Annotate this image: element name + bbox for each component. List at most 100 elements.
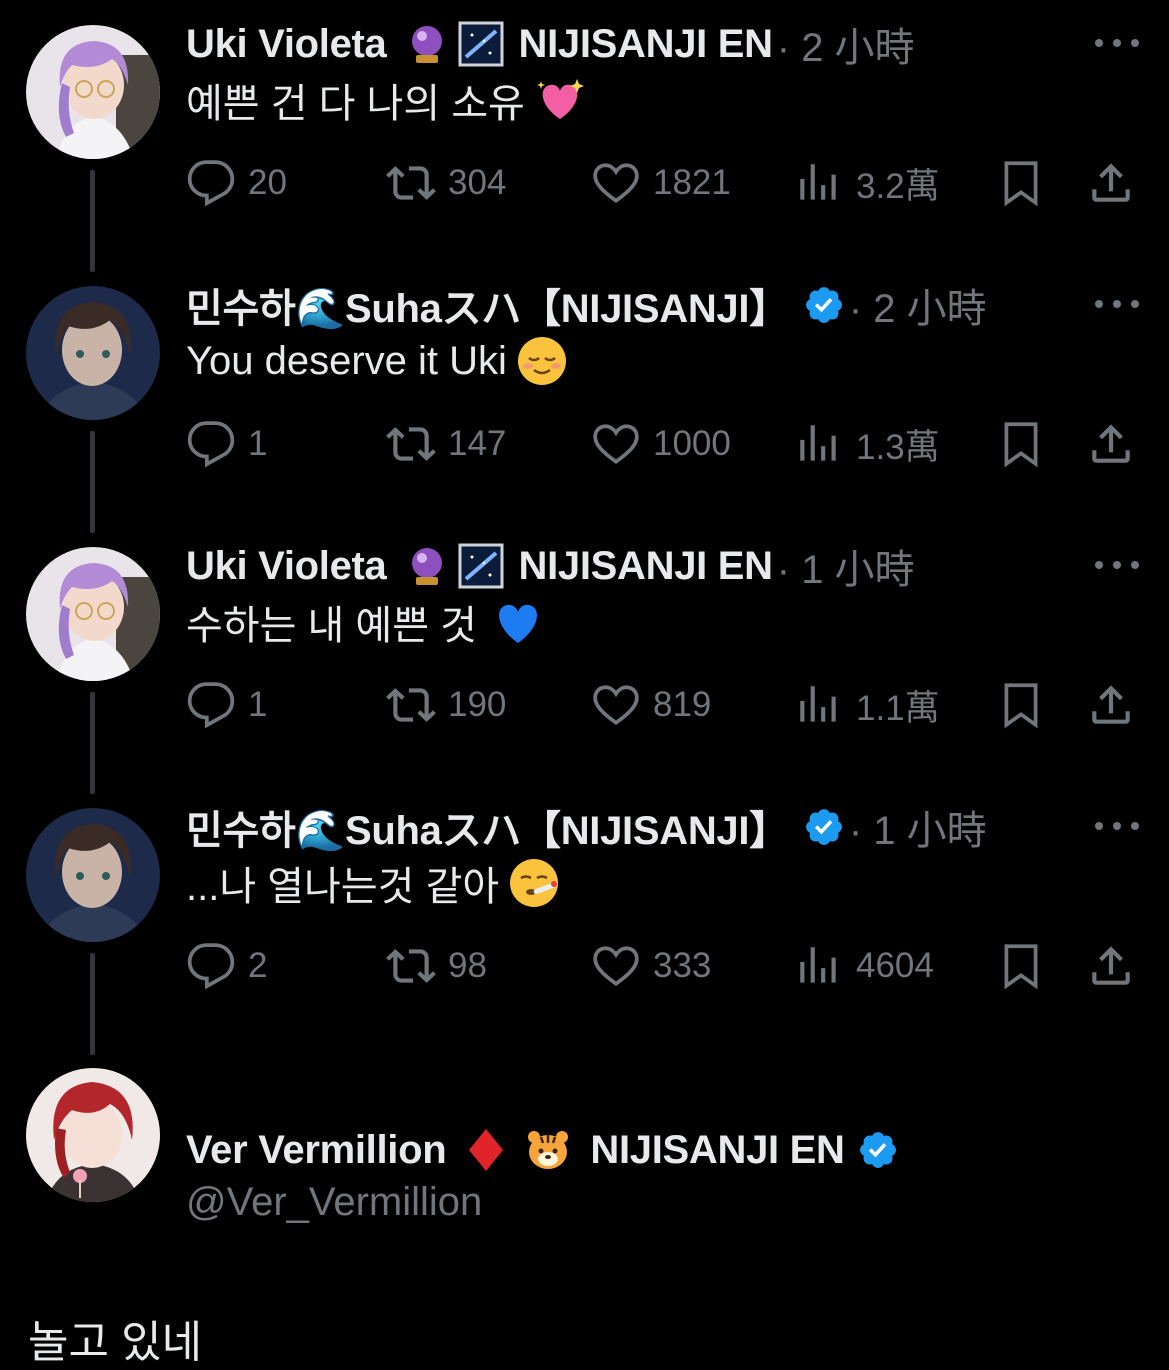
sparkling-heart-icon bbox=[533, 73, 587, 127]
retweet-button[interactable]: 147 bbox=[386, 416, 506, 472]
tweet-text-content: ...나 열나는것 같아 bbox=[186, 865, 500, 909]
tiger-face-icon bbox=[524, 1126, 572, 1174]
display-name[interactable]: Uki Violeta bbox=[186, 22, 387, 67]
more-options-icon[interactable] bbox=[1095, 28, 1139, 58]
verified-badge-icon bbox=[803, 806, 845, 848]
affiliation-label: NIJISANJI EN bbox=[590, 1127, 845, 1172]
share-icon bbox=[1092, 946, 1130, 985]
share-button[interactable] bbox=[1086, 938, 1136, 994]
reply-button[interactable]: 1 bbox=[186, 416, 267, 472]
reply-icon bbox=[187, 943, 235, 990]
retweet-icon bbox=[386, 427, 436, 461]
more-options-icon[interactable] bbox=[1095, 550, 1139, 580]
display-name[interactable]: 민수하🌊Suhaスハ【NIJISANJI】 bbox=[186, 276, 789, 334]
like-button[interactable]: 819 bbox=[591, 677, 711, 733]
views-icon bbox=[800, 425, 836, 461]
bookmark-button[interactable] bbox=[996, 938, 1046, 994]
bookmark-button[interactable] bbox=[996, 416, 1046, 472]
like-button[interactable]: 333 bbox=[591, 938, 711, 994]
tweet-text: 수하는 내 예쁜 것 bbox=[186, 594, 545, 650]
reply-button[interactable]: 2 bbox=[186, 938, 267, 994]
display-name[interactable]: 민수하🌊Suhaスハ【NIJISANJI】 bbox=[186, 798, 789, 856]
share-button[interactable] bbox=[1086, 677, 1136, 733]
share-button[interactable] bbox=[1086, 416, 1136, 472]
tweet[interactable]: 민수하🌊Suhaスハ【NIJISANJI】 · 2 小時 You deserve… bbox=[0, 261, 1169, 533]
heart-icon bbox=[593, 685, 639, 726]
tweet-text-content: 예쁜 건 다 나의 소유 bbox=[186, 82, 525, 126]
retweet-button[interactable]: 304 bbox=[386, 155, 506, 211]
views-icon bbox=[800, 164, 836, 200]
affiliation-label: NIJISANJI EN bbox=[518, 543, 774, 588]
reply-button[interactable]: 20 bbox=[186, 155, 287, 211]
heart-icon bbox=[593, 163, 639, 204]
retweet-count: 147 bbox=[448, 424, 507, 463]
tweet[interactable]: 민수하🌊Suhaスハ【NIJISANJI】 · 1 小時 ...나 열나는것 같… bbox=[0, 783, 1169, 1055]
tweet-text: 예쁜 건 다 나의 소유 bbox=[186, 72, 587, 128]
retweet-count: 190 bbox=[448, 685, 507, 724]
timestamp[interactable]: · 1 小時 bbox=[849, 798, 987, 856]
tweet-actions: 2 98 333 4604 bbox=[186, 938, 1146, 994]
retweet-icon bbox=[386, 949, 436, 983]
thermometer-face-icon bbox=[507, 856, 561, 910]
retweet-icon bbox=[386, 688, 436, 722]
views-button[interactable]: 4604 bbox=[794, 938, 934, 994]
tweet-header: Uki Violeta NIJISANJI EN · 2 小時 bbox=[186, 18, 915, 70]
tweet-text-content: You deserve it Uki bbox=[186, 338, 507, 383]
timestamp[interactable]: · 2 小時 bbox=[777, 15, 915, 73]
reply-count: 20 bbox=[248, 163, 287, 202]
focused-tweet[interactable]: Ver Vermillion NIJISANJI EN @Ver_Vermill… bbox=[0, 1044, 1169, 1370]
retweet-button[interactable]: 190 bbox=[386, 677, 506, 733]
tweet-text: ...나 열나는것 같아 bbox=[186, 855, 561, 911]
bookmark-icon bbox=[1004, 161, 1038, 207]
conversation-thread: Uki Violeta NIJISANJI EN · 2 小時 예쁜 건 다 나… bbox=[0, 0, 1169, 1370]
tweet-actions: 1 147 1000 1.3萬 bbox=[186, 416, 1146, 472]
tweet-text: You deserve it Uki bbox=[186, 333, 569, 389]
user-handle[interactable]: @Ver_Vermillion bbox=[186, 1180, 482, 1225]
reply-count: 1 bbox=[248, 685, 268, 724]
more-options-icon[interactable] bbox=[1095, 811, 1139, 841]
bookmark-button[interactable] bbox=[996, 677, 1046, 733]
avatar-uki[interactable] bbox=[26, 547, 160, 681]
reply-icon bbox=[187, 421, 235, 468]
reply-count: 1 bbox=[248, 424, 268, 463]
relieved-face-icon bbox=[515, 334, 569, 388]
like-button[interactable]: 1000 bbox=[591, 416, 731, 472]
views-count: 4604 bbox=[856, 946, 934, 985]
views-button[interactable]: 1.3萬 bbox=[794, 416, 940, 472]
avatar-ver[interactable] bbox=[26, 1068, 160, 1202]
avatar-suha[interactable] bbox=[26, 286, 160, 420]
share-button[interactable] bbox=[1086, 155, 1136, 211]
retweet-button[interactable]: 98 bbox=[386, 938, 487, 994]
display-name[interactable]: Ver Vermillion bbox=[186, 1128, 447, 1173]
retweet-icon bbox=[386, 166, 436, 200]
like-button[interactable]: 1821 bbox=[591, 155, 731, 211]
tweet-actions: 20 304 1821 3.2萬 bbox=[186, 155, 1146, 211]
milky-way-icon bbox=[457, 542, 505, 590]
verified-badge-icon bbox=[857, 1129, 899, 1171]
bookmark-icon bbox=[1004, 422, 1038, 468]
retweet-count: 98 bbox=[448, 946, 487, 985]
thread-connector-line bbox=[90, 692, 95, 794]
avatar-suha[interactable] bbox=[26, 808, 160, 942]
bookmark-button[interactable] bbox=[996, 155, 1046, 211]
crystal-ball-icon bbox=[403, 20, 451, 68]
tweet-actions: 1 190 819 1.1萬 bbox=[186, 677, 1146, 733]
display-name[interactable]: Uki Violeta bbox=[186, 544, 387, 589]
reply-icon bbox=[187, 160, 235, 207]
timestamp[interactable]: · 1 小時 bbox=[777, 537, 915, 595]
bookmark-icon bbox=[1004, 683, 1038, 729]
avatar-uki[interactable] bbox=[26, 25, 160, 159]
focused-tweet-text: 놀고 있네 bbox=[28, 1318, 203, 1367]
tweet[interactable]: Uki Violeta NIJISANJI EN · 1 小時 수하는 내 예쁜… bbox=[0, 522, 1169, 794]
views-icon bbox=[800, 686, 836, 722]
like-count: 333 bbox=[653, 946, 712, 985]
timestamp[interactable]: · 2 小時 bbox=[849, 276, 987, 334]
affiliation-label: NIJISANJI EN bbox=[518, 21, 774, 66]
reply-button[interactable]: 1 bbox=[186, 677, 267, 733]
views-button[interactable]: 1.1萬 bbox=[794, 677, 940, 733]
views-count: 3.2萬 bbox=[856, 166, 940, 206]
views-button[interactable]: 3.2萬 bbox=[794, 155, 940, 211]
heart-icon bbox=[593, 946, 639, 987]
more-options-icon[interactable] bbox=[1095, 289, 1139, 319]
tweet[interactable]: Uki Violeta NIJISANJI EN · 2 小時 예쁜 건 다 나… bbox=[0, 0, 1169, 272]
